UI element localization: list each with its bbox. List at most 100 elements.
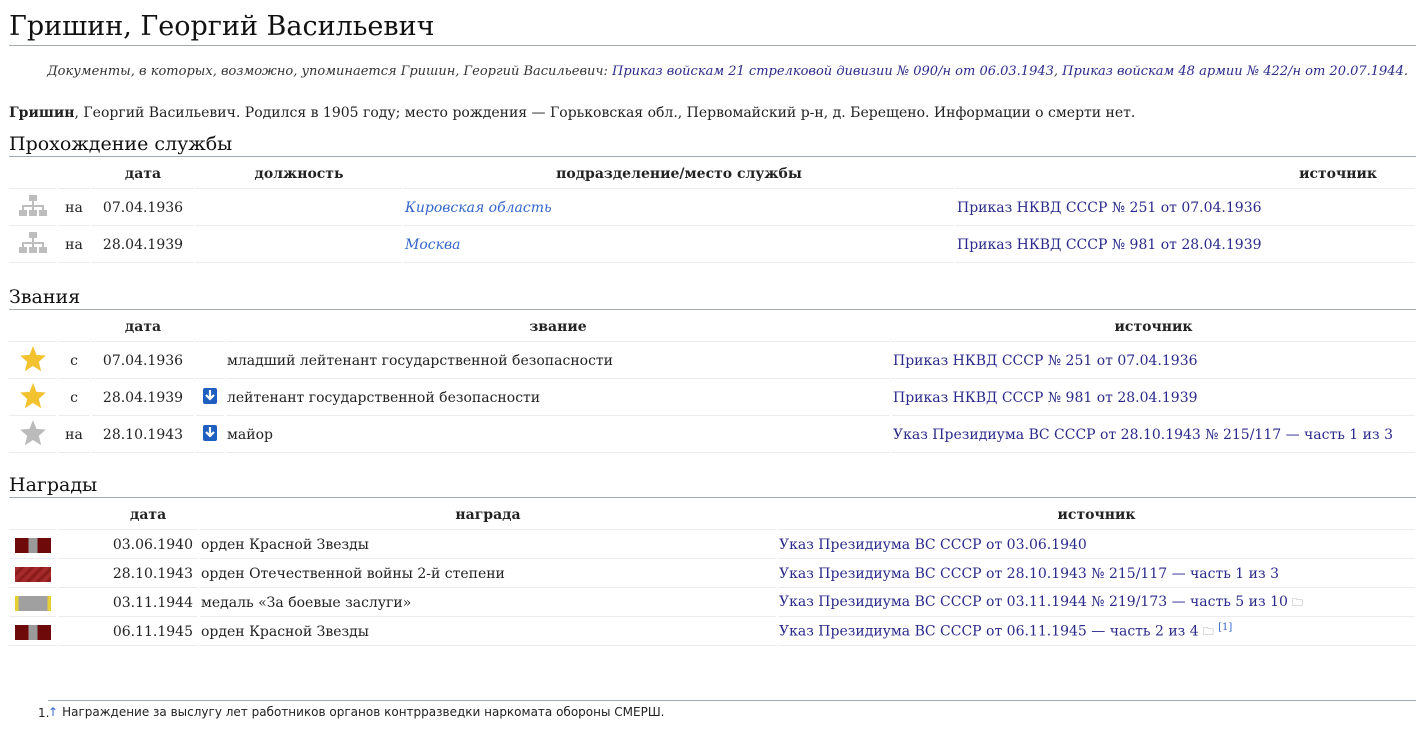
table-row: с 07.04.1936 младший лейтенант государст… bbox=[9, 344, 1415, 379]
source-cell: Указ Президиума ВС СССР от 03.11.1944 № … bbox=[778, 590, 1415, 617]
rank: лейтенант государственной безопасности bbox=[226, 381, 890, 416]
ribbon-patriotic-war-icon bbox=[9, 561, 56, 588]
source-cell: Приказ НКВД СССР № 251 от 07.04.1936 bbox=[956, 191, 1415, 226]
footnote-ref[interactable]: [1] bbox=[1218, 622, 1232, 633]
source-cell: Указ Президиума ВС СССР от 06.11.1945 — … bbox=[778, 619, 1415, 646]
star-icon bbox=[9, 344, 56, 379]
col-unit: подразделение/место службы bbox=[404, 159, 954, 189]
position bbox=[196, 191, 402, 226]
unit-cell: Москва bbox=[404, 228, 954, 263]
table-row: 06.11.1945 орден Красной Звезды Указ Пре… bbox=[9, 619, 1415, 646]
source-link[interactable]: Приказ НКВД СССР № 981 от 28.04.1939 bbox=[893, 390, 1198, 406]
col-source: источник bbox=[778, 500, 1415, 530]
star-icon bbox=[9, 381, 56, 416]
award: орден Отечественной войны 2-й степени bbox=[200, 561, 776, 588]
table-row: 03.11.1944 медаль «За боевые заслуги» Ук… bbox=[9, 590, 1415, 617]
source-link[interactable]: Приказ НКВД СССР № 251 от 07.04.1936 bbox=[957, 200, 1262, 216]
awards-heading: Награды bbox=[9, 473, 1416, 498]
date: 03.11.1944 bbox=[58, 590, 198, 617]
source-cell: Приказ НКВД СССР № 981 от 28.04.1939 bbox=[956, 228, 1415, 263]
col-position: должность bbox=[196, 159, 402, 189]
col-award: награда bbox=[200, 500, 776, 530]
rank: майор bbox=[226, 418, 890, 453]
date: 28.04.1939 bbox=[92, 381, 194, 416]
table-row: на 28.04.1939 Москва Приказ НКВД СССР № … bbox=[9, 228, 1415, 263]
table-row: с 28.04.1939 лейтенант государственной б… bbox=[9, 381, 1415, 416]
source-link[interactable]: Указ Президиума ВС СССР от 28.10.1943 № … bbox=[893, 427, 1393, 443]
col-date: дата bbox=[92, 312, 194, 342]
docs-separator: , bbox=[1053, 64, 1059, 79]
ranks-table: дата звание источник с 07.04.1936 младши… bbox=[7, 310, 1416, 455]
source-cell: Указ Президиума ВС СССР от 28.10.1943 № … bbox=[778, 561, 1415, 588]
folder-icon[interactable]: 🗀 bbox=[1292, 596, 1303, 609]
col-source: источник bbox=[956, 159, 1415, 189]
footnotes: 1. ↑ Награждение за выслугу лет работнико… bbox=[38, 700, 1416, 720]
col-rank: звание bbox=[226, 312, 890, 342]
prep: на bbox=[58, 418, 90, 453]
prep: на bbox=[58, 228, 90, 263]
col-date: дата bbox=[58, 500, 198, 530]
unit-link[interactable]: Кировская область bbox=[405, 200, 552, 216]
ribbon-combat-merit-icon bbox=[9, 590, 56, 617]
source-link[interactable]: Указ Президиума ВС СССР от 28.10.1943 № … bbox=[779, 566, 1279, 582]
arrow-down-icon bbox=[196, 381, 224, 416]
source-link[interactable]: Указ Президиума ВС СССР от 03.11.1944 № … bbox=[779, 594, 1288, 610]
table-row: 03.06.1940 орден Красной Звезды Указ Пре… bbox=[9, 532, 1415, 559]
unit-cell: Кировская область bbox=[404, 191, 954, 226]
source-cell: Указ Президиума ВС СССР от 03.06.1940 bbox=[778, 532, 1415, 559]
date: 28.10.1943 bbox=[92, 418, 194, 453]
source-link[interactable]: Указ Президиума ВС СССР от 06.11.1945 — … bbox=[779, 623, 1199, 639]
doc-link-1[interactable]: Приказ войскам 21 стрелковой дивизии № 0… bbox=[612, 64, 1054, 79]
page-title: Гришин, Георгий Васильевич bbox=[9, 0, 1416, 46]
footnote-number: 1. bbox=[38, 706, 50, 720]
prep: с bbox=[58, 381, 90, 416]
bio-text: , Георгий Васильевич. Родился в 1905 год… bbox=[74, 105, 1136, 121]
prep: на bbox=[58, 191, 90, 226]
service-heading: Прохождение службы bbox=[9, 132, 1416, 157]
award: орден Красной Звезды bbox=[200, 619, 776, 646]
org-chart-icon bbox=[9, 191, 56, 226]
award: орден Красной Звезды bbox=[200, 532, 776, 559]
awards-table: дата награда источник 03.06.1940 орден К… bbox=[7, 498, 1416, 648]
source-cell: Приказ НКВД СССР № 981 от 28.04.1939 bbox=[892, 381, 1415, 416]
prep: с bbox=[58, 344, 90, 379]
doc-link-2[interactable]: Приказ войскам 48 армии № 422/н от 20.07… bbox=[1062, 64, 1404, 79]
bio-surname: Гришин bbox=[9, 105, 75, 121]
ribbon-red-star-icon bbox=[9, 619, 56, 646]
date: 07.04.1936 bbox=[92, 191, 194, 226]
folder-icon[interactable]: 🗀 bbox=[1203, 625, 1214, 638]
service-header-row: дата должность подразделение/место служб… bbox=[9, 159, 1415, 189]
ranks-heading: Звания bbox=[9, 285, 1416, 310]
service-table: дата должность подразделение/место служб… bbox=[7, 157, 1416, 265]
ribbon-red-star-icon bbox=[9, 532, 56, 559]
date: 07.04.1936 bbox=[92, 344, 194, 379]
awards-header-row: дата награда источник bbox=[9, 500, 1415, 530]
award: медаль «За боевые заслуги» bbox=[200, 590, 776, 617]
ranks-header-row: дата звание источник bbox=[9, 312, 1415, 342]
col-source: источник bbox=[892, 312, 1415, 342]
table-row: на 07.04.1936 Кировская область Приказ Н… bbox=[9, 191, 1415, 226]
biography: Гришин, Георгий Васильевич. Родился в 19… bbox=[9, 83, 1416, 121]
footnote-back-arrow-icon[interactable]: ↑ bbox=[48, 705, 58, 719]
col-date: дата bbox=[92, 159, 194, 189]
page: Гришин, Георгий Васильевич Документы, в … bbox=[0, 0, 1416, 720]
date: 28.04.1939 bbox=[92, 228, 194, 263]
date: 03.06.1940 bbox=[58, 532, 198, 559]
unit-link[interactable]: Москва bbox=[405, 237, 460, 253]
footnote-text: Награждение за выслугу лет работников ор… bbox=[62, 705, 665, 719]
arrow-down-icon bbox=[196, 418, 224, 453]
docs-end: . bbox=[1403, 64, 1408, 79]
source-cell: Приказ НКВД СССР № 251 от 07.04.1936 bbox=[892, 344, 1415, 379]
date: 28.10.1943 bbox=[58, 561, 198, 588]
table-row: на 28.10.1943 майор Указ Президиума ВС С… bbox=[9, 418, 1415, 453]
star-grey-icon bbox=[9, 418, 56, 453]
related-docs-prefix: Документы, в которых, возможно, упоминае… bbox=[47, 64, 608, 79]
source-link[interactable]: Указ Президиума ВС СССР от 03.06.1940 bbox=[779, 537, 1087, 553]
org-chart-icon bbox=[9, 228, 56, 263]
related-documents: Документы, в которых, возможно, упоминае… bbox=[9, 46, 1416, 83]
table-row: 28.10.1943 орден Отечественной войны 2-й… bbox=[9, 561, 1415, 588]
date: 06.11.1945 bbox=[58, 619, 198, 646]
source-link[interactable]: Приказ НКВД СССР № 251 от 07.04.1936 bbox=[893, 353, 1198, 369]
position bbox=[196, 228, 402, 263]
source-link[interactable]: Приказ НКВД СССР № 981 от 28.04.1939 bbox=[957, 237, 1262, 253]
